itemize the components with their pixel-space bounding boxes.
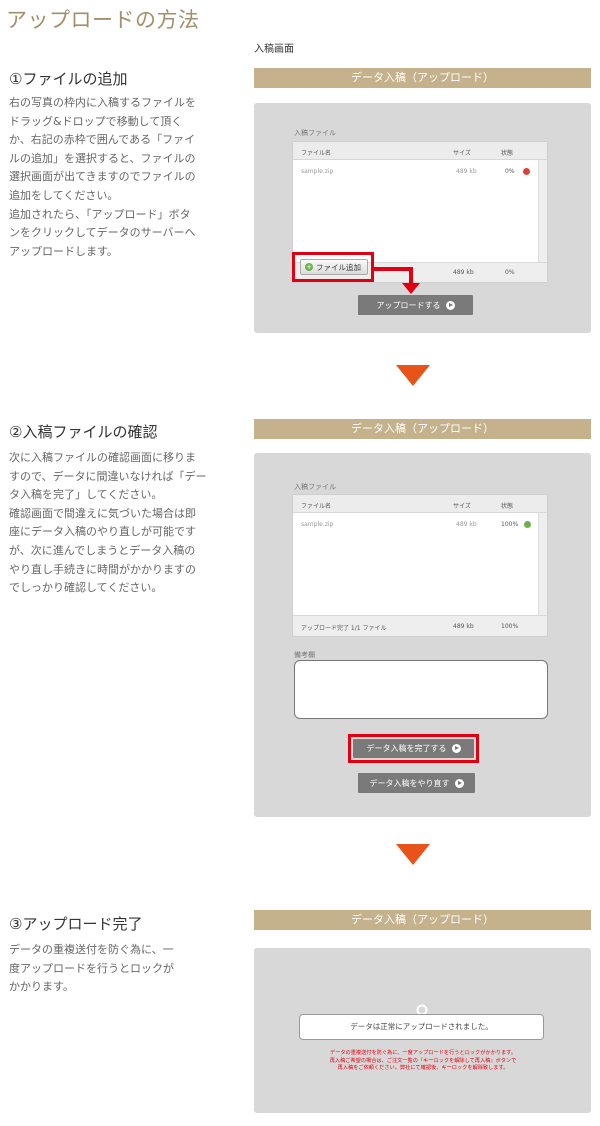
row-status: 100%	[501, 521, 519, 528]
step1-body: 右の写真の枠内に入稿するファイルを ドラッグ&ドロップで移動して頂く か、右記の…	[9, 96, 196, 258]
step2-body: 次に入稿ファイルの確認画面に移りま すので、データに間違いなければ「デー タ入稿…	[9, 451, 207, 595]
screen3-header-bar: データ入稿（アップロード）	[254, 910, 591, 930]
red-arrow-line-v	[409, 267, 413, 283]
screen2-file-list: ファイル名 サイズ 状態 sample.zip 489 kb 100% アップロ…	[292, 494, 548, 637]
play-icon	[454, 778, 464, 788]
col-status: 状態	[501, 150, 514, 157]
col-size: サイズ	[453, 150, 471, 157]
status-ok-icon	[524, 521, 531, 528]
step3-body: データの重複送付を防ぐ為に、一 度アップロードを行うとロックが かかります。	[9, 943, 174, 994]
red-arrow-line-h	[374, 267, 413, 271]
screen1-panel: 入稿ファイル ファイル名 サイズ 状態 sample.zip 489 kb 0%…	[254, 103, 591, 333]
screen1-header-bar: データ入稿（アップロード）	[254, 68, 591, 88]
footer-status: 0%	[505, 269, 515, 276]
arrow-down-icon	[396, 365, 430, 386]
complete-button[interactable]: データ入稿を完了する	[353, 739, 474, 758]
screen2-header-bar: データ入稿（アップロード）	[254, 419, 591, 439]
screen3-panel: データは正常にアップロードされました。 データの重複送付を防ぐ為に、一度アップロ…	[254, 948, 591, 1113]
row-size: 489 kb	[456, 521, 477, 528]
row-status: 0%	[505, 168, 515, 175]
screen2-table-header: ファイル名 サイズ 状態	[293, 495, 547, 513]
red-arrow-head	[402, 283, 420, 294]
footer-status: 100%	[501, 623, 519, 630]
screen1-caption: 入稿画面	[254, 44, 294, 55]
table-row: sample.zip 489 kb 100%	[293, 517, 537, 531]
arrow-down-icon	[396, 844, 430, 865]
play-icon	[445, 300, 455, 310]
screen2-field-label: 入稿ファイル	[294, 483, 336, 491]
screen1-field-label: 入稿ファイル	[294, 129, 336, 137]
footer-label: アップロード完了 1/1 ファイル	[301, 625, 387, 632]
page-title: アップロードの方法	[6, 8, 200, 32]
scrollbar[interactable]	[538, 513, 547, 616]
col-filename: ファイル名	[301, 150, 332, 157]
lock-warning: データの重複送付を防ぐ為に、一度アップロードを行うとロックがかかります。 再入稿…	[329, 1050, 517, 1072]
step3-title: ③アップロード完了	[9, 915, 143, 933]
row-filename: sample.zip	[301, 521, 334, 528]
success-message: データは正常にアップロードされました。	[299, 1014, 544, 1040]
upload-button[interactable]: アップロードする	[358, 295, 473, 315]
col-status: 状態	[501, 503, 514, 510]
scrollbar[interactable]	[538, 160, 547, 264]
plus-icon: +	[305, 263, 313, 271]
complete-label: データ入稿を完了する	[366, 744, 447, 753]
screen1-table-header: ファイル名 サイズ 状態	[293, 142, 547, 160]
row-filename: sample.zip	[301, 168, 334, 175]
footer-size: 489 kb	[453, 269, 474, 276]
notes-label: 備考欄	[294, 651, 315, 659]
footer-size: 489 kb	[453, 623, 474, 630]
redo-button[interactable]: データ入稿をやり直す	[358, 773, 475, 793]
screen2-footer: アップロード完了 1/1 ファイル 489 kb 100%	[293, 615, 547, 636]
play-icon	[451, 744, 461, 753]
row-size: 489 kb	[456, 168, 477, 175]
col-filename: ファイル名	[301, 503, 332, 510]
table-row: sample.zip 489 kb 0%	[293, 164, 537, 178]
add-file-button[interactable]: + ファイル追加	[300, 259, 368, 275]
notes-textarea[interactable]	[294, 660, 548, 719]
add-file-label: ファイル追加	[316, 262, 361, 272]
step2-title: ②入稿ファイルの確認	[9, 423, 158, 441]
step1-title: ①ファイルの追加	[9, 70, 128, 88]
upload-label: アップロードする	[376, 300, 441, 310]
col-size: サイズ	[453, 503, 471, 510]
status-error-icon[interactable]	[523, 168, 530, 175]
redo-label: データ入稿をやり直す	[369, 778, 450, 788]
screen2-panel: 入稿ファイル ファイル名 サイズ 状態 sample.zip 489 kb 10…	[254, 453, 591, 817]
